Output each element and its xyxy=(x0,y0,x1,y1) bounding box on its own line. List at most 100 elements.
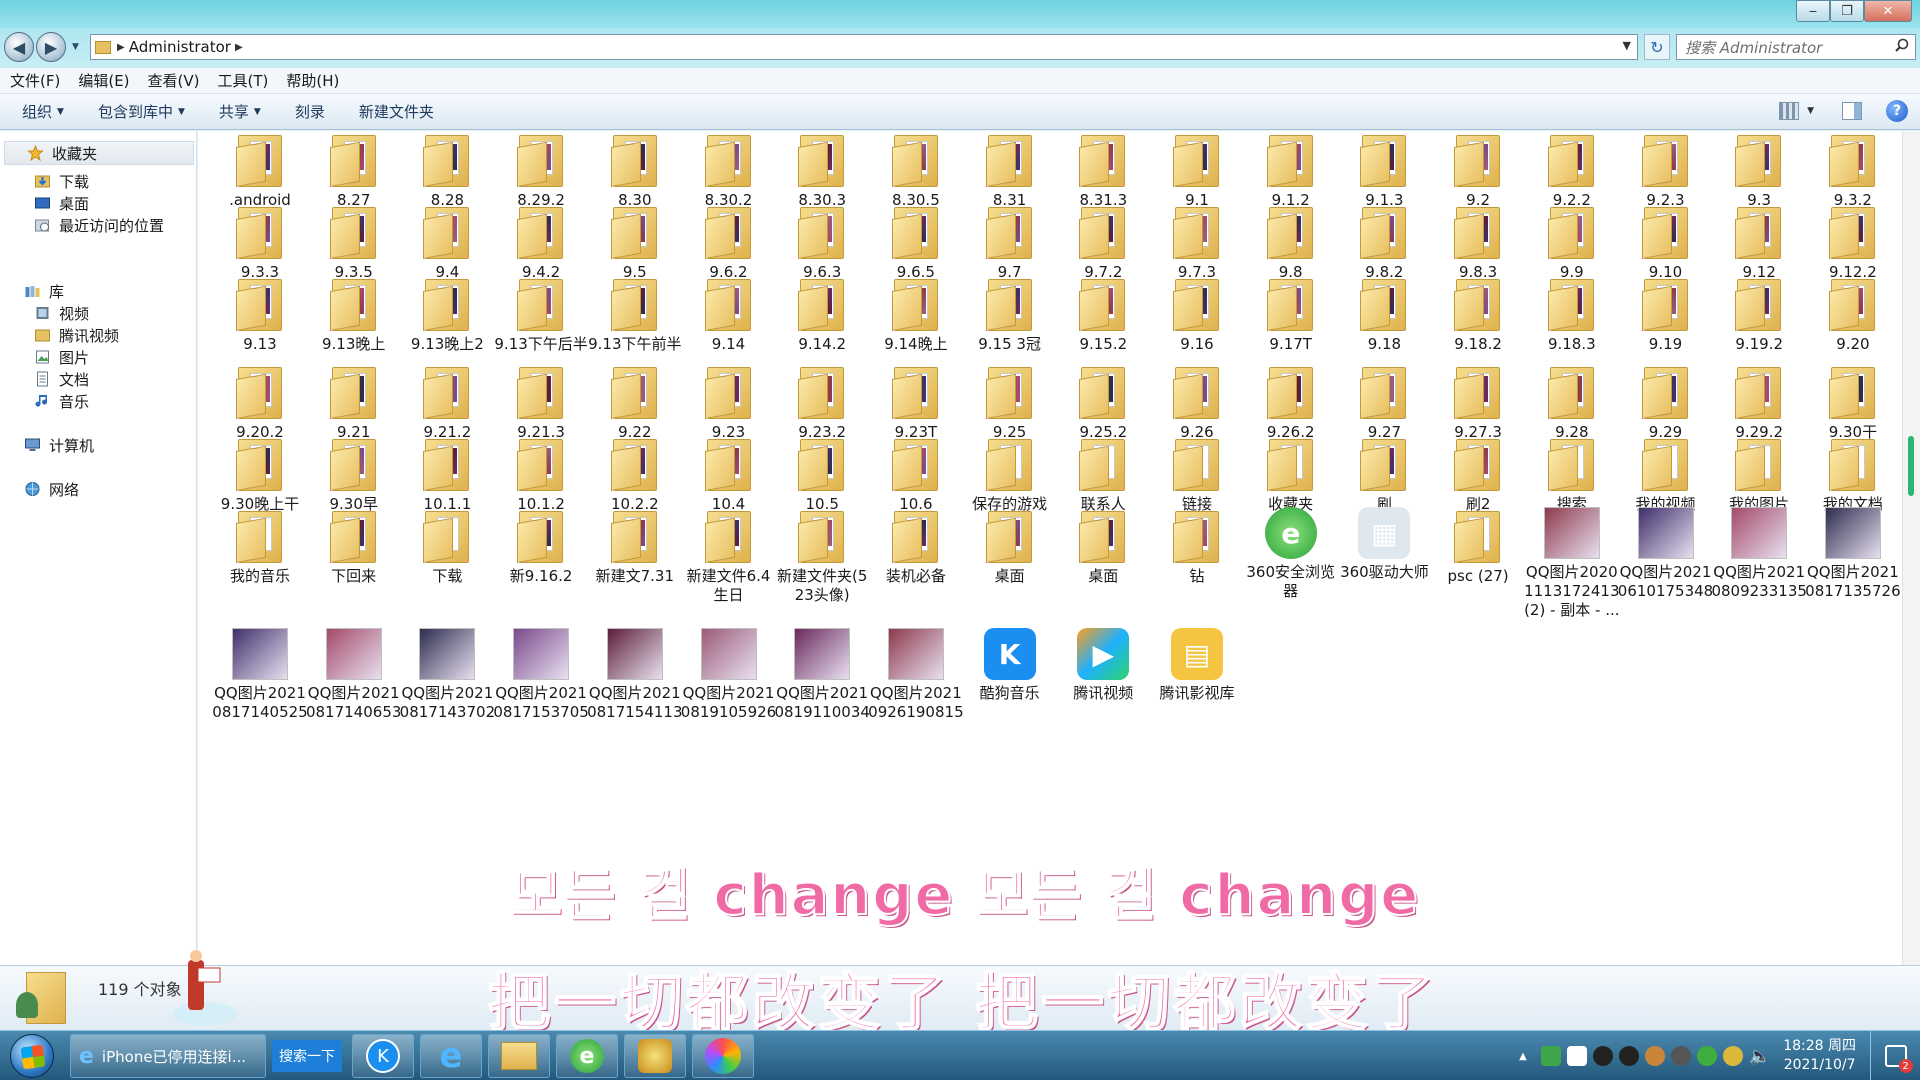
file-item[interactable]: ▦ 360驱动大师 xyxy=(1336,507,1432,582)
taskbar-video-player[interactable] xyxy=(692,1034,754,1078)
file-item[interactable]: QQ图片20210819110034 xyxy=(774,628,870,722)
file-item[interactable]: QQ图片20210817135726 xyxy=(1805,507,1901,601)
file-item[interactable]: 链接 xyxy=(1149,435,1245,514)
file-item[interactable]: 9.14.2 xyxy=(774,275,870,354)
file-item[interactable]: 9.14 xyxy=(681,275,777,354)
file-item[interactable]: QQ图片20210817140653 xyxy=(306,628,402,722)
search-input[interactable]: 搜索 Administrator xyxy=(1676,34,1916,60)
add-icon[interactable] xyxy=(1696,1046,1717,1066)
file-item[interactable]: 新建文件夹(523头像) xyxy=(774,507,870,605)
file-item[interactable]: 我的视频 xyxy=(1618,435,1714,514)
breadcrumb-chevron-icon[interactable]: ▶ xyxy=(235,42,243,53)
nav-recent-places[interactable]: 最近访问的位置 xyxy=(34,213,164,237)
qq-penguin-icon[interactable] xyxy=(1592,1046,1613,1066)
avatar-icon[interactable] xyxy=(1644,1046,1665,1066)
file-item[interactable]: e 360安全浏览器 xyxy=(1243,507,1339,601)
file-item[interactable]: 9.18 xyxy=(1336,275,1432,354)
file-item[interactable]: 9.17T xyxy=(1243,275,1339,354)
file-item[interactable]: 9.15 3冠 xyxy=(962,275,1058,354)
file-item[interactable]: 9.22 xyxy=(587,363,683,442)
nav-favorites[interactable]: 收藏夹 xyxy=(4,141,194,165)
file-item[interactable]: psc (27) xyxy=(1430,507,1526,586)
file-item[interactable]: 装机必备 xyxy=(868,507,964,586)
file-item[interactable]: 9.15.2 xyxy=(1055,275,1151,354)
refresh-button[interactable]: ↻ xyxy=(1644,34,1670,60)
help-icon[interactable]: ? xyxy=(1886,100,1908,122)
file-item[interactable]: 9.10 xyxy=(1618,203,1714,282)
file-item[interactable]: 9.20.2 xyxy=(212,363,308,442)
file-item[interactable]: 9.7 xyxy=(962,203,1058,282)
taskbar-game[interactable] xyxy=(624,1034,686,1078)
file-item[interactable]: 10.4 xyxy=(681,435,777,514)
file-item[interactable]: 9.6.5 xyxy=(868,203,964,282)
file-item[interactable]: 9.1 xyxy=(1149,131,1245,210)
file-item[interactable]: 9.3.5 xyxy=(306,203,402,282)
qq-penguin-icon[interactable] xyxy=(1618,1046,1639,1066)
security-shield-icon[interactable] xyxy=(1540,1046,1561,1066)
file-item[interactable]: 联系人 xyxy=(1055,435,1151,514)
emoji-icon[interactable] xyxy=(1722,1046,1743,1066)
file-item[interactable]: QQ图片20210817140525 xyxy=(212,628,308,722)
file-item[interactable]: 8.30.2 xyxy=(681,131,777,210)
nav-tencent-video[interactable]: 腾讯视频 xyxy=(34,323,119,347)
file-item[interactable]: 10.5 xyxy=(774,435,870,514)
nav-computer[interactable]: 计算机 xyxy=(24,433,94,457)
file-item[interactable]: 8.31 xyxy=(962,131,1058,210)
scrollbar-thumb[interactable] xyxy=(1908,436,1914,496)
file-item[interactable]: 9.4.2 xyxy=(493,203,589,282)
menu-file[interactable]: 文件(F) xyxy=(10,70,60,91)
file-item[interactable]: 9.12.2 xyxy=(1805,203,1901,282)
include-in-library-button[interactable]: 包含到库中 ▼ xyxy=(98,101,185,122)
nav-videos[interactable]: 视频 xyxy=(34,301,89,325)
file-item[interactable]: 9.30晚上干 xyxy=(212,435,308,514)
file-item[interactable]: QQ图片20210926190815 xyxy=(868,628,964,722)
file-item[interactable]: 9.28 xyxy=(1524,363,1620,442)
file-item[interactable]: 9.23T xyxy=(868,363,964,442)
clock[interactable]: 18:28 周四 2021/10/7 xyxy=(1783,1037,1856,1075)
back-button[interactable]: ◀ xyxy=(4,32,34,62)
file-item[interactable]: 9.13下午后半 xyxy=(493,275,589,354)
breadcrumb-chevron-icon[interactable]: ▶ xyxy=(117,42,125,53)
file-item[interactable]: QQ图片20210817143702 xyxy=(399,628,495,722)
volume-icon[interactable]: 🔈 xyxy=(1749,1046,1771,1067)
file-item[interactable]: 8.30.5 xyxy=(868,131,964,210)
file-item[interactable]: 桌面 xyxy=(1055,507,1151,586)
file-item[interactable]: 10.1.2 xyxy=(493,435,589,514)
file-item[interactable]: QQ图片20210610175348 xyxy=(1618,507,1714,601)
file-item[interactable]: 9.1.2 xyxy=(1243,131,1339,210)
show-hidden-icons-icon[interactable]: ▲ xyxy=(1519,1051,1527,1062)
file-item[interactable]: 9.27.3 xyxy=(1430,363,1526,442)
file-item[interactable]: 9.13晚上 xyxy=(306,275,402,354)
file-item[interactable]: 9.4 xyxy=(399,203,495,282)
app-tray-icon[interactable] xyxy=(1670,1046,1691,1066)
nav-documents[interactable]: 文档 xyxy=(34,367,89,391)
file-item[interactable]: 9.13 xyxy=(212,275,308,354)
search-icon[interactable] xyxy=(1895,38,1909,52)
new-folder-button[interactable]: 新建文件夹 xyxy=(359,101,434,122)
nav-network[interactable]: 网络 xyxy=(24,477,79,501)
file-item[interactable]: 9.8.3 xyxy=(1430,203,1526,282)
file-item[interactable]: 9.19.2 xyxy=(1711,275,1807,354)
file-item[interactable]: .android xyxy=(212,131,308,210)
file-item[interactable]: 9.7.3 xyxy=(1149,203,1245,282)
file-item[interactable]: 搜索 xyxy=(1524,435,1620,514)
file-item[interactable]: 9.16 xyxy=(1149,275,1245,354)
action-center-button[interactable]: 2 xyxy=(1870,1031,1920,1080)
file-item[interactable]: 我的文档 xyxy=(1805,435,1901,514)
view-options-caret-icon[interactable]: ▼ xyxy=(1807,106,1814,116)
file-item[interactable]: 9.21.2 xyxy=(399,363,495,442)
file-item[interactable]: QQ图片20210809233135 xyxy=(1711,507,1807,601)
file-item[interactable]: 9.3.3 xyxy=(212,203,308,282)
menu-view[interactable]: 查看(V) xyxy=(148,70,200,91)
file-item[interactable]: K 酷狗音乐 xyxy=(962,628,1058,703)
file-item[interactable]: 新建文件6.4生日 xyxy=(681,507,777,605)
address-box[interactable]: ▶ Administrator ▶ ▼ xyxy=(90,34,1638,60)
file-item[interactable]: 9.13下午前半 xyxy=(587,275,683,354)
nav-pictures[interactable]: 图片 xyxy=(34,345,89,369)
nav-desktop[interactable]: 桌面 xyxy=(34,191,89,215)
file-item[interactable]: 9.2.3 xyxy=(1618,131,1714,210)
file-item[interactable]: 8.30.3 xyxy=(774,131,870,210)
address-dropdown-icon[interactable]: ▼ xyxy=(1623,39,1631,52)
file-item[interactable]: 9.9 xyxy=(1524,203,1620,282)
file-item[interactable]: ▶ 腾讯视频 xyxy=(1055,628,1151,703)
